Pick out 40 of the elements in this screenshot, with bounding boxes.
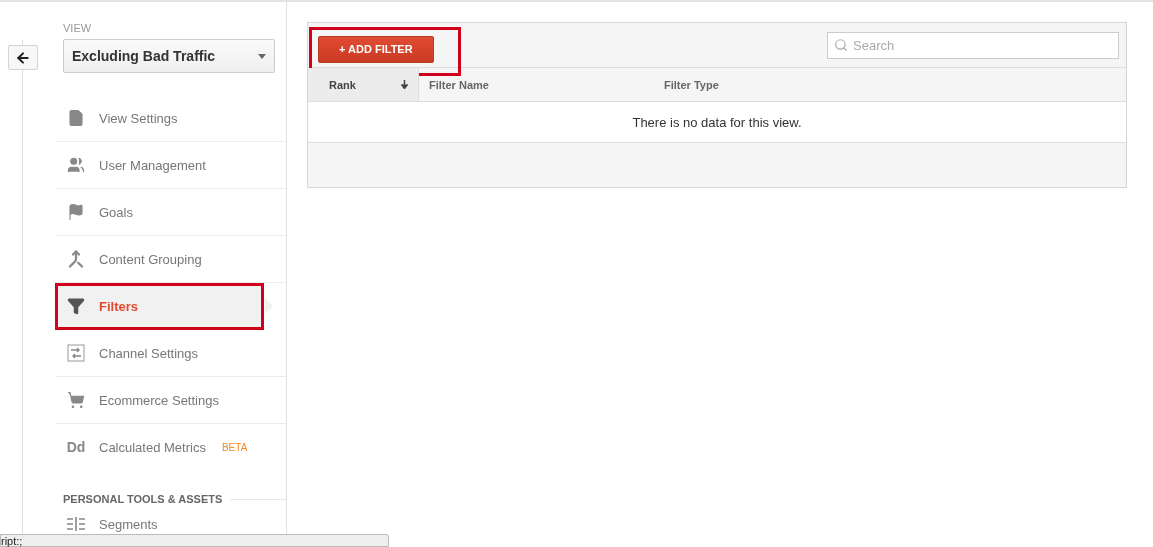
segments-icon [67,517,85,531]
nav-label: Filters [99,298,138,314]
status-bar: ript:; [0,534,389,547]
beta-label: BETA [221,441,248,453]
nav-item[interactable]: Channel Settings [55,330,286,377]
nav-label: User Management [99,157,206,173]
sort-arrow-icon [401,80,408,89]
caret-icon [258,53,266,59]
nav-label: View Settings [99,110,178,126]
nav-label: Channel Settings [99,345,198,361]
nav-item[interactable]: User Management [55,142,286,189]
nav-item[interactable]: View Settings [55,95,286,142]
calculated-metrics-icon: Dd [65,439,87,455]
search-icon [834,37,848,52]
add-filter-button[interactable]: + ADD FILTER [318,35,434,63]
filter-icon [67,297,85,315]
nav-label: Calculated Metrics [99,439,206,455]
view-label: VIEW [63,22,93,34]
cart-icon [67,391,85,409]
search-field[interactable]: Search [827,31,1119,59]
view-dropdown[interactable]: Excluding Bad Traffic [63,39,275,73]
column-header[interactable]: Rank [308,68,419,101]
nav-item[interactable]: Goals [55,189,286,236]
merge-icon [67,250,85,268]
nav-label: Ecommerce Settings [99,392,219,408]
nav-item[interactable]: Dd Calculated Metrics BETA [55,424,286,471]
nav-item[interactable]: Ecommerce Settings [55,377,286,424]
users-icon [67,156,85,174]
column-header[interactable]: Filter Name [419,68,654,101]
selection-pointer [265,298,273,314]
section-header: PERSONAL TOOLS & ASSETS [63,493,223,505]
column-header[interactable]: Filter Type [654,68,1126,101]
nav-label: Goals [99,204,133,220]
back-button[interactable] [8,45,38,70]
nav-label: Content Grouping [99,251,202,267]
empty-message: There is no data for this view. [632,114,802,130]
nav-label: Segments [99,516,158,532]
document-icon [67,109,85,127]
flag-icon [67,203,85,221]
arrows-box-icon [67,344,85,362]
